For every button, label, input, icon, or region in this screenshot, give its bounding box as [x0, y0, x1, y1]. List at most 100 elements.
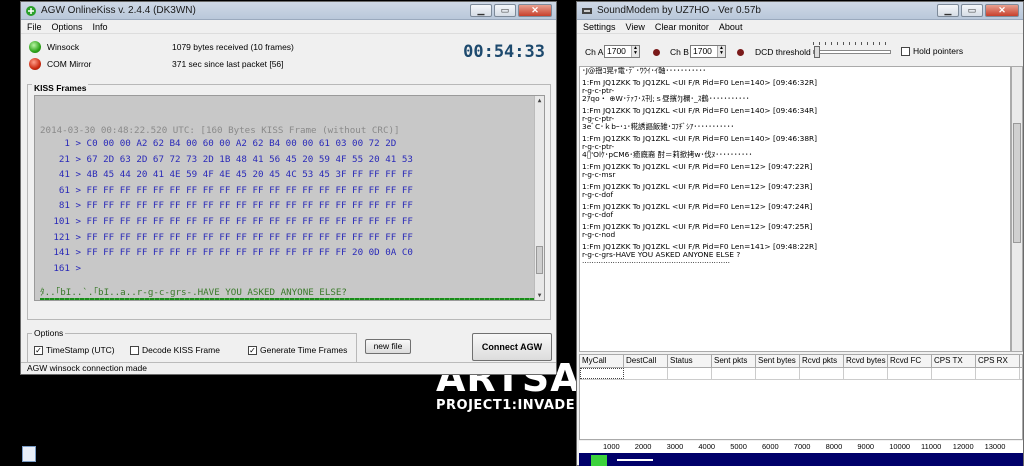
- cha-frequency-input[interactable]: 1700 ▲ ▼: [604, 45, 640, 58]
- table-cell[interactable]: [976, 368, 1020, 379]
- log-entry-line: ········································…: [582, 258, 731, 267]
- table-cell[interactable]: [800, 368, 844, 379]
- cha-frequency-value: 1700: [607, 46, 626, 56]
- chb-frequency-input[interactable]: 1700 ▲ ▼: [690, 45, 726, 58]
- scroll-thumb[interactable]: [1013, 123, 1021, 243]
- menu-settings[interactable]: Settings: [583, 22, 616, 32]
- generate-time-frames-checkbox[interactable]: ✓ Generate Time Frames: [248, 345, 347, 355]
- table-cell[interactable]: [624, 368, 668, 379]
- maximize-button[interactable]: ▭: [961, 4, 983, 17]
- connect-agw-button[interactable]: Connect AGW: [472, 333, 552, 361]
- hex-row: 1 > C0 00 00 A2 62 B4 00 60 00 A2 62 B4 …: [41, 138, 396, 149]
- spinner-arrows-icon[interactable]: ▲ ▼: [631, 46, 639, 57]
- hex-offset: 121 >: [53, 231, 81, 243]
- ruler-tick-label: 10000: [889, 442, 911, 451]
- channel-controls: Ch A 1700 ▲ ▼ Ch B 1700 ▲ ▼ DCD threshold …: [577, 35, 1023, 65]
- log-entry-line: 3eﾞC･ｋbｰ･ｭ･糀誘謳飯雑･ｺﾌﾁﾞｼｱ･･･････････: [582, 122, 735, 131]
- table-header: MyCall DestCall Status Sent pkts Sent bytes R…: [580, 355, 1022, 368]
- agw-window: AGW OnlineKiss v. 2.4.4 (DK3WN) ▁ ▭ ✕ Fi…: [20, 1, 557, 375]
- monitor-log[interactable]: ･J@揺ｺ晃ｬ電･ﾃﾞ･ﾜｳｲ･ｲ軸･･･････････ 1:Fm JQ1ZKK…: [579, 66, 1011, 352]
- log-entry: 1:Fm JQ1ZKK To JQ1ZKL <UI F/R Pid=F0 Len…: [582, 243, 1010, 267]
- log-entry-line: 4ﾞ'Olｹ･pCM6･癒廐裔 酎＝莉掀拷w･伐ﾇ･･････････: [582, 150, 753, 159]
- agw-titlebar[interactable]: AGW OnlineKiss v. 2.4.4 (DK3WN) ▁ ▭ ✕: [21, 2, 556, 20]
- maximize-button[interactable]: ▭: [494, 4, 516, 17]
- close-button[interactable]: ✕: [985, 4, 1019, 17]
- menu-about[interactable]: About: [719, 22, 743, 32]
- column-header[interactable]: Sent pkts: [712, 355, 756, 367]
- com-mirror-label: COM Mirror: [47, 59, 92, 69]
- hex-row: 141 > FF FF FF FF FF FF FF FF FF FF FF F…: [41, 247, 413, 258]
- minimize-button[interactable]: ▁: [470, 4, 492, 17]
- hex-offset: 81 >: [58, 200, 81, 212]
- generate-time-frames-label: Generate Time Frames: [260, 345, 348, 355]
- sm-menubar: Settings View Clear monitor About: [577, 20, 1023, 34]
- frequency-ruler: 1000 2000 3000 4000 5000 6000 7000 8000 9000 1000…: [579, 441, 1023, 453]
- timestamp-checkbox[interactable]: ✓ TimeStamp (UTC): [34, 345, 115, 355]
- hex-bytes: FF FF FF FF FF FF FF FF FF FF FF FF FF F…: [86, 231, 413, 243]
- slider-thumb[interactable]: [814, 46, 820, 58]
- timestamp-label: TimeStamp (UTC): [46, 345, 115, 355]
- log-entry-header: 1:Fm JQ1ZKK To JQ1ZKL <UI F/R Pid=F0 Len…: [582, 162, 813, 171]
- menu-file[interactable]: File: [27, 22, 42, 32]
- hex-offset: 141 >: [53, 247, 81, 259]
- hex-offset: 101 >: [53, 216, 81, 227]
- waterfall-display[interactable]: [579, 453, 1023, 466]
- menu-info[interactable]: Info: [93, 22, 108, 32]
- desktop-file-icon[interactable]: [22, 446, 36, 462]
- scroll-up-icon[interactable]: ▲: [535, 96, 544, 105]
- column-header[interactable]: CPS RX: [976, 355, 1020, 367]
- soundmodem-window: SoundModem by UZ7HO - Ver 0.57b ▁ ▭ ✕ Se…: [576, 1, 1024, 466]
- kiss-scrollbar[interactable]: ▲ ▼: [534, 96, 544, 300]
- spinner-arrows-icon[interactable]: ▲ ▼: [717, 46, 725, 57]
- ruler-tick-label: 4000: [698, 442, 716, 451]
- menu-view[interactable]: View: [626, 22, 645, 32]
- column-header[interactable]: Status: [668, 355, 712, 367]
- close-button[interactable]: ✕: [518, 4, 552, 17]
- log-entry-header: 1:Fm JQ1ZKK To JQ1ZKL <UI F/R Pid=F0 Len…: [582, 202, 813, 211]
- log-entry: 1:Fm JQ1ZKK To JQ1ZKL <UI F/R Pid=F0 Len…: [582, 183, 1010, 199]
- checkbox-checked-icon: ✓: [248, 345, 257, 355]
- new-file-button[interactable]: new file: [365, 339, 411, 354]
- hex-row: 61 > FF FF FF FF FF FF FF FF FF FF FF FF…: [41, 185, 413, 196]
- log-entry-header: 1:Fm JQ1ZKK To JQ1ZKL <UI F/R Pid=F0 Len…: [582, 78, 818, 87]
- table-cell[interactable]: [888, 368, 932, 379]
- sm-titlebar[interactable]: SoundModem by UZ7HO - Ver 0.57b ▁ ▭ ✕: [577, 2, 1023, 20]
- hex-offset: 21 >: [58, 153, 81, 165]
- dcd-threshold-slider[interactable]: [813, 41, 891, 61]
- table-cell[interactable]: [756, 368, 800, 379]
- hold-pointers-checkbox[interactable]: Hold pointers: [901, 46, 963, 56]
- table-cell[interactable]: [712, 368, 756, 379]
- column-header[interactable]: Rcvd bytes: [844, 355, 888, 367]
- table-cell[interactable]: [932, 368, 976, 379]
- scroll-thumb[interactable]: [536, 246, 543, 274]
- column-header[interactable]: Sent bytes: [756, 355, 800, 367]
- log-entry: 1:Fm JQ1ZKK To JQ1ZKL <UI F/R Pid=F0 Len…: [582, 107, 1010, 131]
- hex-row: 101 > FF FF FF FF FF FF FF FF FF FF FF F…: [41, 216, 413, 227]
- column-header[interactable]: Rcvd pkts: [800, 355, 844, 367]
- kiss-frames-group: KISS Frames 2014-03-30 00:48:22.520 UTC:…: [27, 83, 551, 320]
- column-header[interactable]: DestCall: [624, 355, 668, 367]
- ruler-tick-label: 11000: [921, 442, 942, 451]
- scroll-down-icon[interactable]: ▼: [535, 291, 544, 300]
- connection-status-panel: Winsock 1079 bytes received (10 frames) …: [25, 37, 553, 79]
- chb-label: Ch B: [670, 47, 689, 57]
- clock-display: 00:54:33: [463, 42, 545, 62]
- table-cell[interactable]: [580, 368, 624, 379]
- column-header[interactable]: CPS TX: [932, 355, 976, 367]
- table-cell[interactable]: [668, 368, 712, 379]
- frequency-marker[interactable]: [617, 459, 653, 461]
- table-row[interactable]: [580, 368, 1022, 380]
- decode-kiss-checkbox[interactable]: Decode KISS Frame: [130, 345, 220, 355]
- table-cell[interactable]: [844, 368, 888, 379]
- column-header[interactable]: Rcvd FC: [888, 355, 932, 367]
- log-entry: 1:Fm JQ1ZKK To JQ1ZKL <UI F/R Pid=F0 Len…: [582, 223, 1010, 239]
- column-header[interactable]: MyCall: [580, 355, 624, 367]
- kiss-frames-view[interactable]: 2014-03-30 00:48:22.520 UTC: [160 Bytes …: [34, 95, 545, 301]
- log-entry-line: r-g-c-nod: [582, 230, 616, 239]
- monitor-scrollbar[interactable]: [1011, 66, 1023, 352]
- frame-progress-bar: [40, 298, 540, 300]
- menu-clear-monitor[interactable]: Clear monitor: [655, 22, 709, 32]
- menu-options[interactable]: Options: [52, 22, 83, 32]
- options-title: Options: [32, 328, 66, 338]
- minimize-button[interactable]: ▁: [937, 4, 959, 17]
